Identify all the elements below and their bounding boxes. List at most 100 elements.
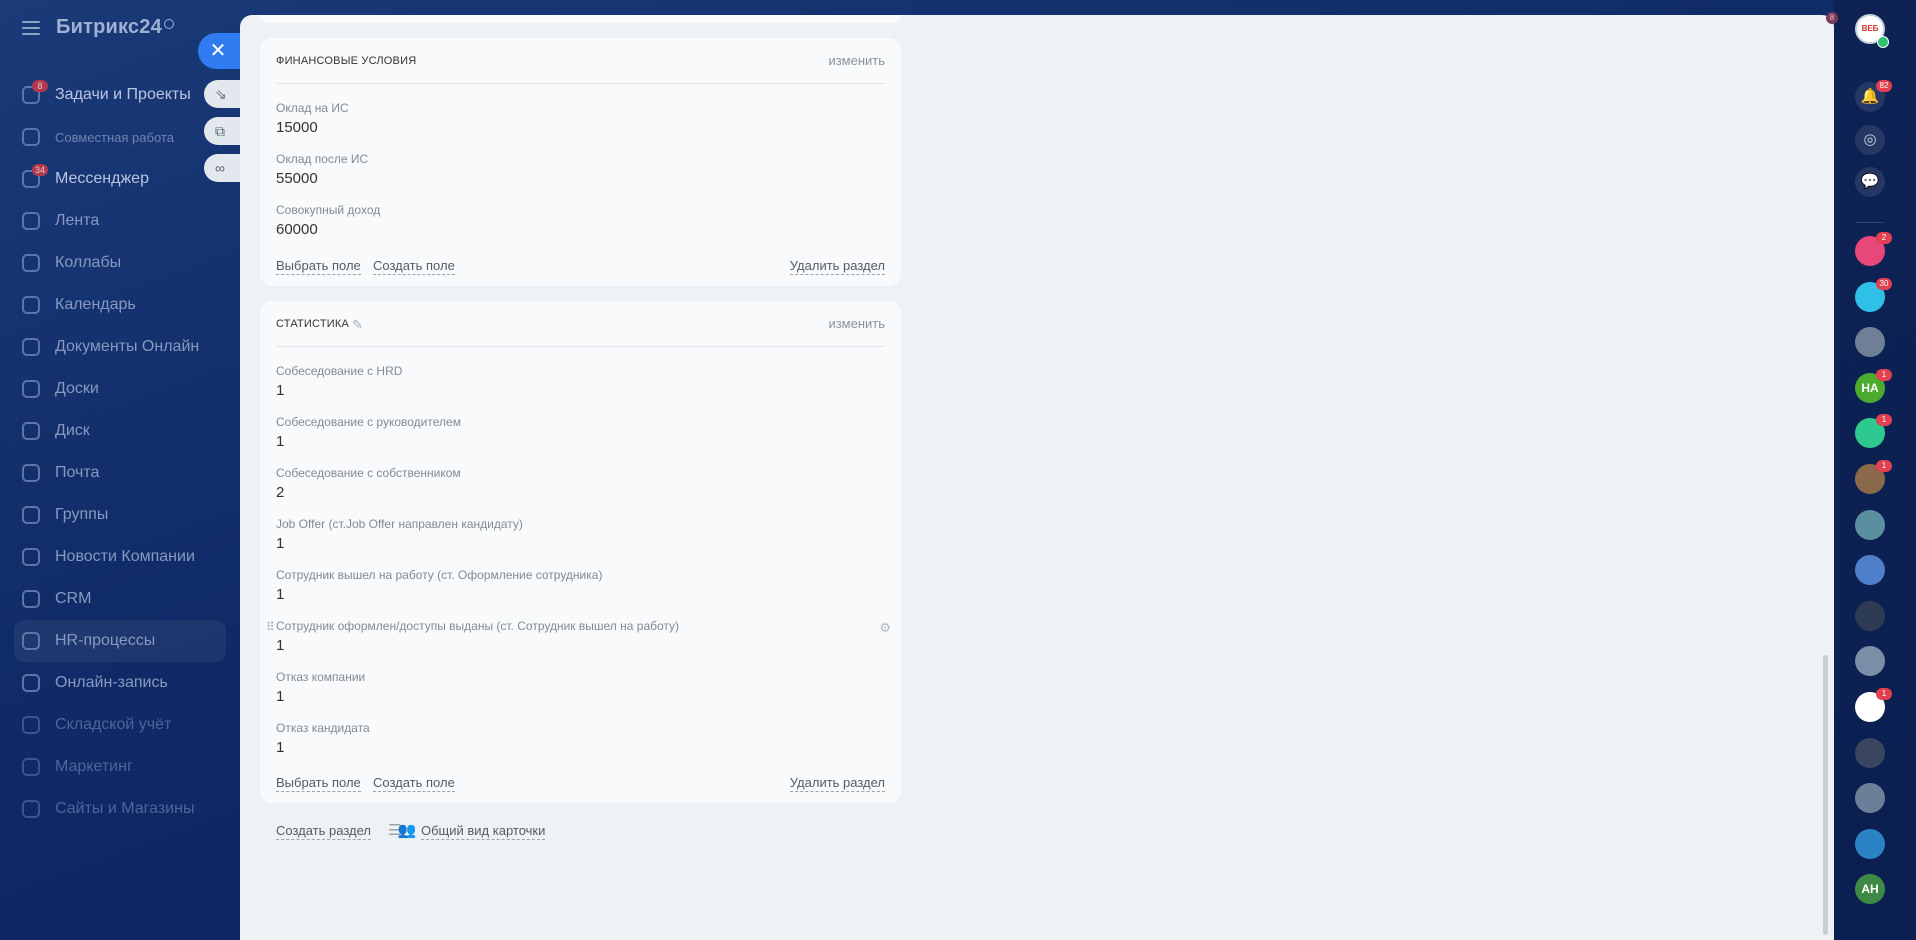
sidebar-item-label: CRM: [55, 590, 92, 607]
chat-avatar[interactable]: [1855, 555, 1885, 586]
choose-field-link[interactable]: Выбрать поле: [276, 775, 361, 792]
menu-item-icon: [22, 590, 40, 608]
sidebar-item[interactable]: CRM: [14, 578, 226, 620]
copy-link-button[interactable]: ∞: [204, 154, 244, 182]
clock-icon: [163, 19, 174, 29]
choose-field-link[interactable]: Выбрать поле: [276, 258, 361, 275]
sidebar-item[interactable]: Маркетинг: [14, 746, 226, 788]
sidebar-item-label: Онлайн-запись: [55, 674, 168, 691]
unread-badge: 30: [1876, 277, 1892, 290]
chat-avatar[interactable]: [1855, 828, 1885, 859]
section-title: СТАТИСТИКА: [276, 318, 349, 330]
menu-item-icon: [22, 212, 40, 230]
sidebar-item[interactable]: Группы: [14, 494, 226, 536]
open-new-window-button[interactable]: ⧉: [204, 117, 244, 145]
field-value: 1: [276, 688, 285, 705]
menu-item-icon: [22, 338, 40, 356]
unread-badge: 1: [1876, 368, 1892, 381]
minimize-slider-button[interactable]: ⇘: [204, 80, 244, 108]
create-field-link[interactable]: Создать поле: [373, 775, 455, 792]
sidebar-header: Битрикс24: [22, 16, 174, 39]
delete-section-link[interactable]: Удалить раздел: [789, 775, 885, 792]
sidebar-item[interactable]: Совместная работа: [14, 116, 226, 158]
menu-item-icon: [22, 128, 40, 146]
status-indicator: [1877, 36, 1889, 48]
chat-avatar[interactable]: [1855, 509, 1885, 540]
field-row[interactable]: Сотрудник вышел на работу (ст. Оформлени…: [276, 568, 876, 603]
scrollbar[interactable]: [1823, 655, 1828, 935]
edit-section-link[interactable]: изменить: [828, 316, 885, 331]
sidebar-item[interactable]: Новости Компании: [14, 536, 226, 578]
menu-item-icon: [22, 716, 40, 734]
sidebar-item-label: Маркетинг: [55, 758, 133, 775]
pencil-icon[interactable]: ✎: [352, 317, 363, 333]
field-label: Оклад после ИС: [276, 152, 369, 166]
gear-icon[interactable]: ⚙: [879, 620, 891, 636]
sidebar-item[interactable]: Почта: [14, 452, 226, 494]
sidebar-item-label: Сайты и Магазины: [55, 800, 195, 817]
field-row[interactable]: Оклад на ИС 15000: [276, 101, 876, 136]
field-value: 1: [276, 739, 285, 756]
field-row[interactable]: Собеседование с HRD 1: [276, 364, 876, 399]
sidebar-item[interactable]: Доски: [14, 368, 226, 410]
field-row[interactable]: Отказ кандидата 1: [276, 721, 876, 756]
delete-section-link[interactable]: Удалить раздел: [789, 258, 885, 275]
sidebar-item-label: Задачи и Проекты: [55, 86, 191, 103]
drag-handle-icon[interactable]: ⠿: [266, 620, 275, 634]
chat-avatar[interactable]: [1855, 600, 1885, 631]
common-card-view-link[interactable]: Общий вид карточки: [421, 823, 546, 840]
field-row[interactable]: Job Offer (ст.Job Offer направлен кандид…: [276, 517, 876, 552]
sidebar-item[interactable]: HR-процессы: [14, 620, 226, 662]
field-row[interactable]: Сотрудник оформлен/доступы выданы (ст. С…: [276, 619, 876, 654]
rail-divider: [1856, 222, 1884, 223]
menu-item-icon: [22, 506, 40, 524]
sidebar-item[interactable]: Задачи и Проекты 8: [14, 74, 226, 116]
slider-panel: ФИНАНСОВЫЕ УСЛОВИЯ изменить Оклад на ИС 1…: [240, 15, 1834, 940]
sidebar-item[interactable]: Сайты и Магазины: [14, 788, 226, 830]
field-label: Сотрудник вышел на работу (ст. Оформлени…: [276, 568, 603, 582]
sidebar-item-label: Мессенджер: [55, 170, 149, 187]
menu-icon[interactable]: [22, 20, 40, 35]
create-field-link[interactable]: Создать поле: [373, 258, 455, 275]
card-actions: Создать раздел ☰👥 Общий вид карточки: [276, 822, 676, 843]
menu-item-icon: [22, 800, 40, 818]
logo-text: Битрикс24: [56, 16, 162, 38]
chat-avatar[interactable]: [1855, 737, 1885, 768]
copilot-icon[interactable]: ◎: [1855, 125, 1885, 155]
chat-avatar[interactable]: [1855, 783, 1885, 814]
field-label: Сотрудник оформлен/доступы выданы (ст. С…: [276, 619, 680, 633]
sidebar-item[interactable]: Лента: [14, 200, 226, 242]
field-row[interactable]: Отказ компании 1: [276, 670, 876, 705]
field-row[interactable]: Оклад после ИС 55000: [276, 152, 876, 187]
menu-item-icon: [22, 254, 40, 272]
unread-badge: 1: [1876, 460, 1892, 472]
chat-avatar[interactable]: [1855, 327, 1885, 358]
sidebar-item-label: Коллабы: [55, 254, 122, 271]
arrow-down-right-icon: ⇘: [215, 86, 227, 102]
field-row[interactable]: Собеседование с собственником 2: [276, 466, 876, 501]
field-label: Собеседование с руководителем: [276, 415, 461, 429]
field-row[interactable]: Совокупный доход 60000: [276, 203, 876, 238]
logo[interactable]: Битрикс24: [56, 16, 174, 39]
unread-badge: 2: [1876, 232, 1892, 244]
menu-item-icon: [22, 548, 40, 566]
sidebar-item[interactable]: Коллабы: [14, 242, 226, 284]
close-slider-button[interactable]: ✕: [198, 33, 244, 69]
sidebar-item[interactable]: Онлайн-запись: [14, 662, 226, 704]
create-section-link[interactable]: Создать раздел: [276, 823, 371, 840]
sidebar-item[interactable]: Складской учёт: [14, 704, 226, 746]
sidebar-item-label: Почта: [55, 464, 100, 481]
sidebar-item-label: HR-процессы: [55, 632, 156, 649]
chat-search-icon[interactable]: 💬: [1855, 167, 1885, 197]
sidebar-item[interactable]: Диск: [14, 410, 226, 452]
counter-badge: 8: [1826, 12, 1838, 24]
sidebar-item[interactable]: Документы Онлайн: [14, 326, 226, 368]
edit-section-link[interactable]: изменить: [828, 53, 885, 68]
sidebar-item[interactable]: Мессенджер 34: [14, 158, 226, 200]
field-row[interactable]: Собеседование с руководителем 1: [276, 415, 876, 450]
field-value: 60000: [276, 221, 318, 238]
avatar-initials: АН: [1861, 882, 1879, 897]
sidebar-menu: Задачи и Проекты 8 Совместная работа Мессен…: [14, 74, 226, 830]
sidebar-item-label: Новости Компании: [55, 548, 195, 565]
sidebar-item[interactable]: Календарь: [14, 284, 226, 326]
